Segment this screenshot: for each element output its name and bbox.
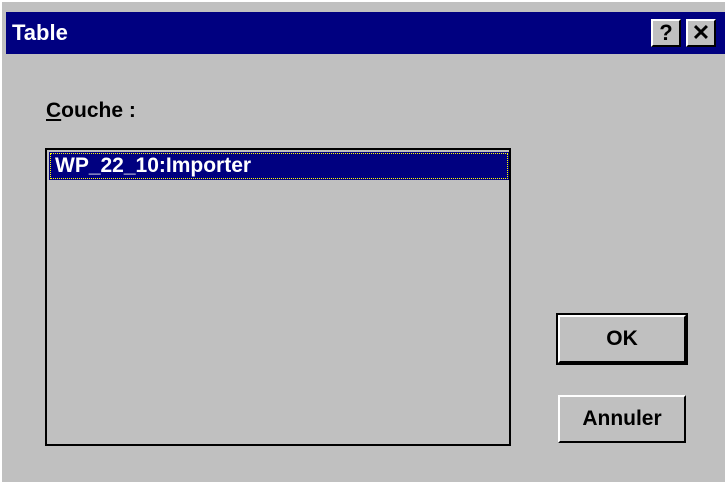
ok-button-label: OK	[606, 327, 638, 350]
layer-label: Couche :	[46, 99, 136, 123]
cancel-button-label: Annuler	[582, 407, 662, 430]
cancel-button[interactable]: Annuler	[558, 395, 686, 443]
layer-label-accelerator: C	[46, 99, 62, 122]
list-item[interactable]: WP_22_10:Importer	[49, 152, 509, 180]
close-button[interactable]: ✕	[686, 19, 716, 47]
help-icon: ?	[659, 20, 673, 45]
dialog-window: Table ? ✕ Couche : WP_22_10:Importer OK …	[0, 0, 725, 482]
title-bar[interactable]: Table ? ✕	[6, 12, 725, 54]
dialog-title: Table	[12, 20, 68, 45]
layer-listbox[interactable]: WP_22_10:Importer	[45, 148, 511, 446]
close-icon: ✕	[691, 20, 711, 45]
ok-button[interactable]: OK	[556, 313, 688, 365]
layer-label-text: ouche :	[61, 99, 136, 122]
help-button[interactable]: ?	[651, 19, 681, 47]
